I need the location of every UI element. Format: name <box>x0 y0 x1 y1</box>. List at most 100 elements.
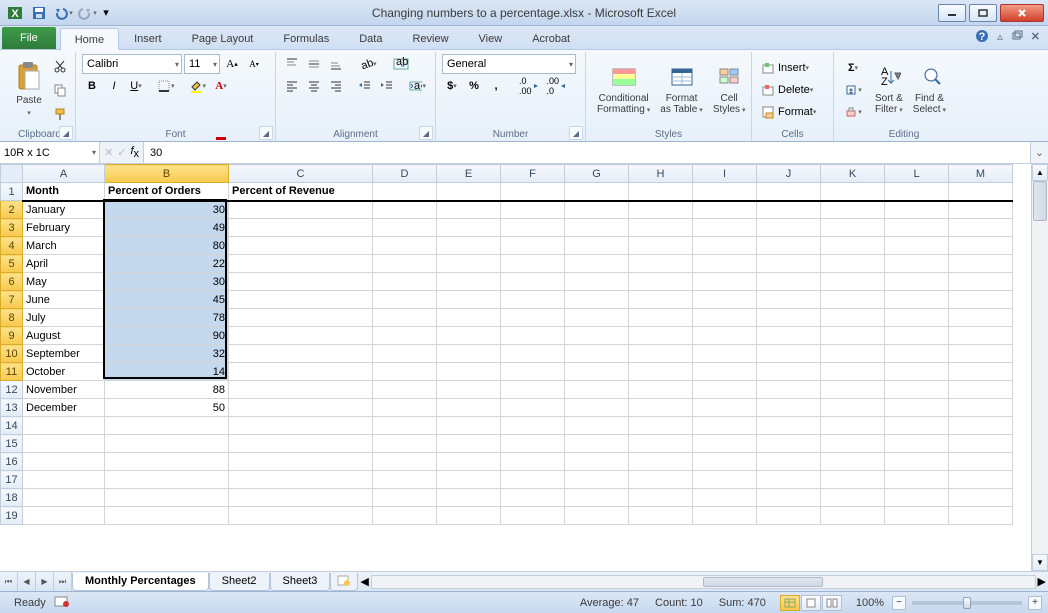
cell-L6[interactable] <box>885 273 949 291</box>
cell-C12[interactable] <box>229 381 373 399</box>
cell-L3[interactable] <box>885 219 949 237</box>
cell-E5[interactable] <box>437 255 501 273</box>
cell-D19[interactable] <box>373 507 437 525</box>
cell-C3[interactable] <box>229 219 373 237</box>
cell-C9[interactable] <box>229 327 373 345</box>
cell-H14[interactable] <box>629 417 693 435</box>
col-header-H[interactable]: H <box>629 165 693 183</box>
next-sheet-icon[interactable]: ▶ <box>36 572 54 591</box>
cell-E18[interactable] <box>437 489 501 507</box>
page-break-view-button[interactable] <box>822 595 842 611</box>
cell-A4[interactable]: March <box>23 237 105 255</box>
percent-format-icon[interactable]: % <box>464 76 484 96</box>
cell-B9[interactable]: 90 <box>105 327 229 345</box>
last-sheet-icon[interactable]: ⏭ <box>54 572 72 591</box>
horizontal-scrollbar[interactable] <box>371 575 1036 589</box>
cell-J19[interactable] <box>757 507 821 525</box>
cell-C14[interactable] <box>229 417 373 435</box>
row-header-6[interactable]: 6 <box>1 273 23 291</box>
expand-formula-bar[interactable]: ⌄ <box>1030 142 1048 163</box>
scroll-thumb-h[interactable] <box>703 577 823 587</box>
cell-G8[interactable] <box>565 309 629 327</box>
tab-insert[interactable]: Insert <box>119 27 177 49</box>
cell-A1[interactable]: Month <box>23 183 105 201</box>
autosum-button[interactable]: Σ <box>840 58 866 78</box>
redo-icon[interactable] <box>76 2 98 24</box>
cell-A11[interactable]: October <box>23 363 105 381</box>
cell-B11[interactable]: 14 <box>105 363 229 381</box>
maximize-button[interactable] <box>969 4 997 22</box>
cell-A16[interactable] <box>23 453 105 471</box>
cell-A15[interactable] <box>23 435 105 453</box>
cell-F18[interactable] <box>501 489 565 507</box>
cell-G10[interactable] <box>565 345 629 363</box>
scroll-down-icon[interactable]: ▼ <box>1032 554 1048 571</box>
col-header-D[interactable]: D <box>373 165 437 183</box>
format-painter-icon[interactable] <box>50 104 70 124</box>
increase-decimal-icon[interactable]: .0.00 <box>516 76 542 96</box>
cell-E15[interactable] <box>437 435 501 453</box>
cell-J7[interactable] <box>757 291 821 309</box>
cell-J13[interactable] <box>757 399 821 417</box>
cell-L11[interactable] <box>885 363 949 381</box>
cell-K5[interactable] <box>821 255 885 273</box>
cell-H10[interactable] <box>629 345 693 363</box>
col-header-M[interactable]: M <box>949 165 1013 183</box>
cell-I2[interactable] <box>693 201 757 219</box>
scroll-right-icon[interactable]: ▶ <box>1038 575 1046 588</box>
cell-B6[interactable]: 30 <box>105 273 229 291</box>
cell-E8[interactable] <box>437 309 501 327</box>
row-header-16[interactable]: 16 <box>1 453 23 471</box>
scroll-up-icon[interactable]: ▲ <box>1032 164 1048 181</box>
row-header-2[interactable]: 2 <box>1 201 23 219</box>
copy-icon[interactable] <box>50 80 70 100</box>
cell-C11[interactable] <box>229 363 373 381</box>
font-name-combo[interactable]: Calibri <box>82 54 182 74</box>
cell-G14[interactable] <box>565 417 629 435</box>
doc-close-icon[interactable]: ✕ <box>1031 30 1040 43</box>
delete-cells-button[interactable]: Delete <box>758 80 830 100</box>
row-header-3[interactable]: 3 <box>1 219 23 237</box>
cell-D13[interactable] <box>373 399 437 417</box>
cell-G3[interactable] <box>565 219 629 237</box>
cell-A3[interactable]: February <box>23 219 105 237</box>
cell-D2[interactable] <box>373 201 437 219</box>
minimize-ribbon-icon[interactable]: ▵ <box>997 30 1003 43</box>
file-tab[interactable]: File <box>2 27 56 49</box>
cell-G2[interactable] <box>565 201 629 219</box>
minimize-button[interactable] <box>938 4 966 22</box>
find-select-button[interactable]: Find & Select <box>908 54 951 126</box>
doc-restore-icon[interactable] <box>1011 30 1023 42</box>
zoom-level[interactable]: 100% <box>856 597 884 609</box>
cell-D17[interactable] <box>373 471 437 489</box>
col-header-L[interactable]: L <box>885 165 949 183</box>
cell-A6[interactable]: May <box>23 273 105 291</box>
cell-L2[interactable] <box>885 201 949 219</box>
cell-J3[interactable] <box>757 219 821 237</box>
cell-J15[interactable] <box>757 435 821 453</box>
cell-J10[interactable] <box>757 345 821 363</box>
cell-M2[interactable] <box>949 201 1013 219</box>
cell-J11[interactable] <box>757 363 821 381</box>
cell-K19[interactable] <box>821 507 885 525</box>
cell-I5[interactable] <box>693 255 757 273</box>
cell-I17[interactable] <box>693 471 757 489</box>
underline-button[interactable]: U <box>126 76 146 96</box>
align-right-icon[interactable] <box>326 76 346 96</box>
cell-C16[interactable] <box>229 453 373 471</box>
cell-D6[interactable] <box>373 273 437 291</box>
cell-E9[interactable] <box>437 327 501 345</box>
cell-L4[interactable] <box>885 237 949 255</box>
cell-B14[interactable] <box>105 417 229 435</box>
cell-H3[interactable] <box>629 219 693 237</box>
cell-D18[interactable] <box>373 489 437 507</box>
insert-cells-button[interactable]: Insert <box>758 58 830 78</box>
cell-D1[interactable] <box>373 183 437 201</box>
cell-M14[interactable] <box>949 417 1013 435</box>
cell-K7[interactable] <box>821 291 885 309</box>
cell-I10[interactable] <box>693 345 757 363</box>
tab-view[interactable]: View <box>464 27 518 49</box>
save-icon[interactable] <box>28 2 50 24</box>
cell-G4[interactable] <box>565 237 629 255</box>
cell-H18[interactable] <box>629 489 693 507</box>
